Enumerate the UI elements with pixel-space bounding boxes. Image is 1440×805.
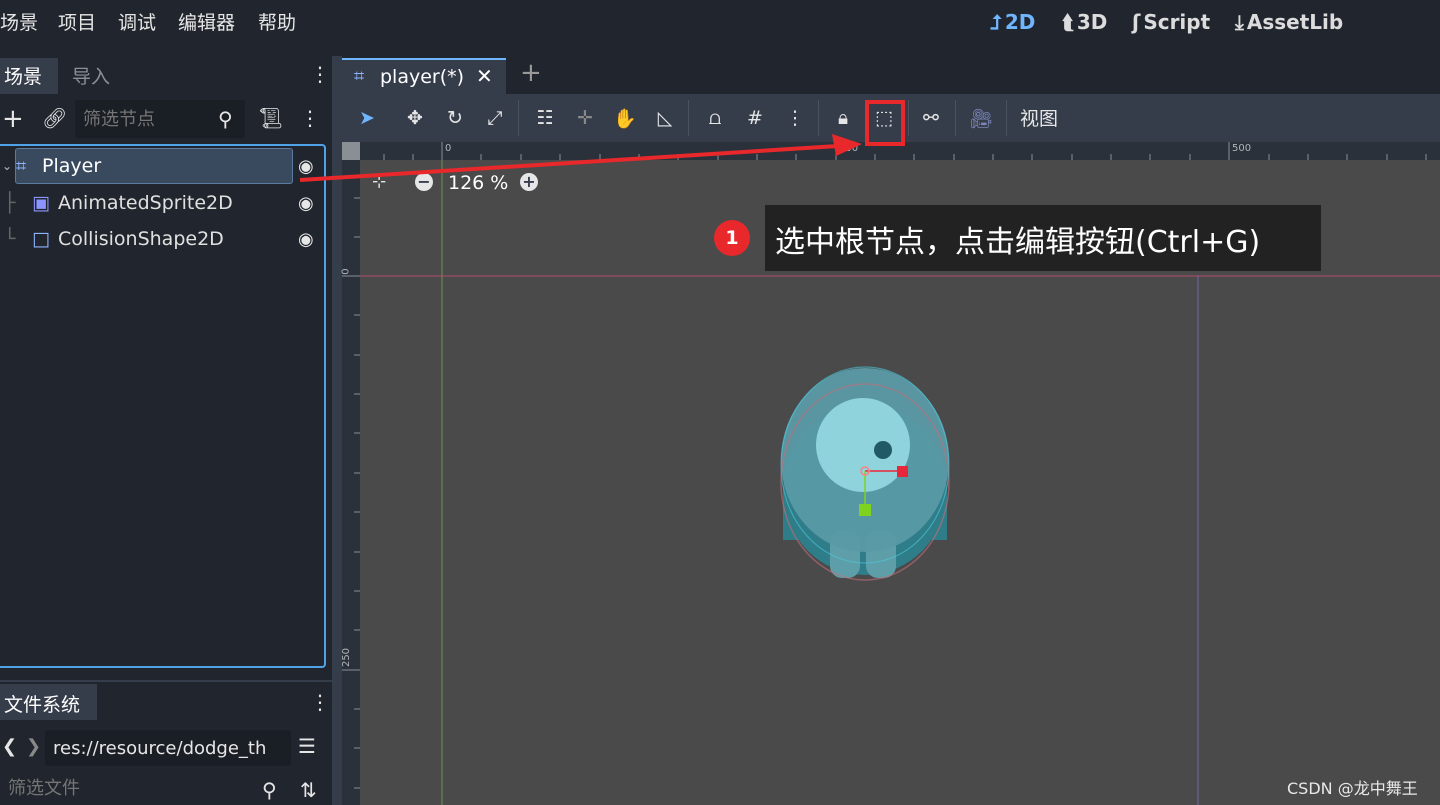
annotation-arrow <box>299 134 862 182</box>
watermark: CSDN @龙中舞王 <box>1287 779 1418 798</box>
group-button-highlight <box>865 100 905 146</box>
step-badge: 1 <box>714 220 750 256</box>
annotation-text: 选中根节点，点击编辑按钮(Ctrl+G) <box>775 225 1261 260</box>
